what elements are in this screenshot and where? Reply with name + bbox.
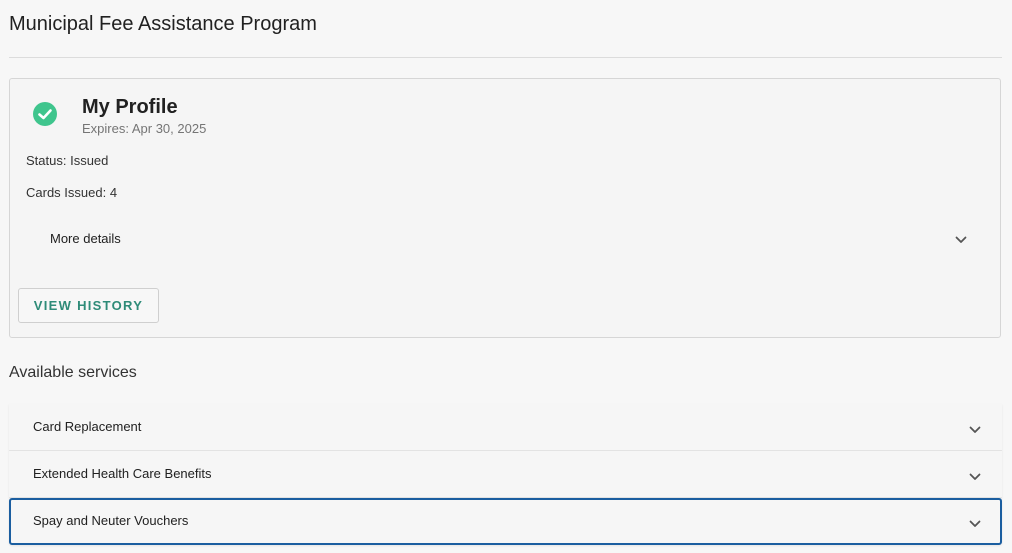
profile-status: Status: Issued — [26, 153, 109, 168]
more-details-label: More details — [50, 231, 121, 246]
more-details-expander[interactable]: More details — [26, 219, 976, 259]
profile-card: My Profile Expires: Apr 30, 2025 Status:… — [9, 78, 1001, 338]
view-history-button[interactable]: VIEW HISTORY — [18, 288, 159, 323]
service-item-label: Spay and Neuter Vouchers — [33, 513, 189, 528]
service-item-label: Extended Health Care Benefits — [33, 466, 212, 481]
check-circle-icon — [33, 102, 57, 126]
available-services-heading: Available services — [9, 364, 137, 381]
service-item-card-replacement[interactable]: Card Replacement — [9, 404, 1002, 451]
chevron-down-icon — [968, 517, 982, 531]
page: Municipal Fee Assistance Program My Prof… — [0, 0, 1012, 553]
chevron-down-icon — [954, 233, 968, 247]
profile-expiry: Expires: Apr 30, 2025 — [82, 121, 207, 136]
chevron-down-icon — [968, 470, 982, 484]
page-title: Municipal Fee Assistance Program — [9, 13, 317, 35]
title-divider — [9, 57, 1002, 58]
service-item-extended-health-care[interactable]: Extended Health Care Benefits — [9, 451, 1002, 498]
profile-title: My Profile — [82, 96, 178, 118]
service-item-spay-neuter-vouchers[interactable]: Spay and Neuter Vouchers — [9, 498, 1002, 545]
service-item-label: Card Replacement — [33, 419, 142, 434]
profile-cards-issued: Cards Issued: 4 — [26, 185, 118, 200]
services-list: Card Replacement Extended Health Care Be… — [9, 404, 1002, 545]
chevron-down-icon — [968, 423, 982, 437]
